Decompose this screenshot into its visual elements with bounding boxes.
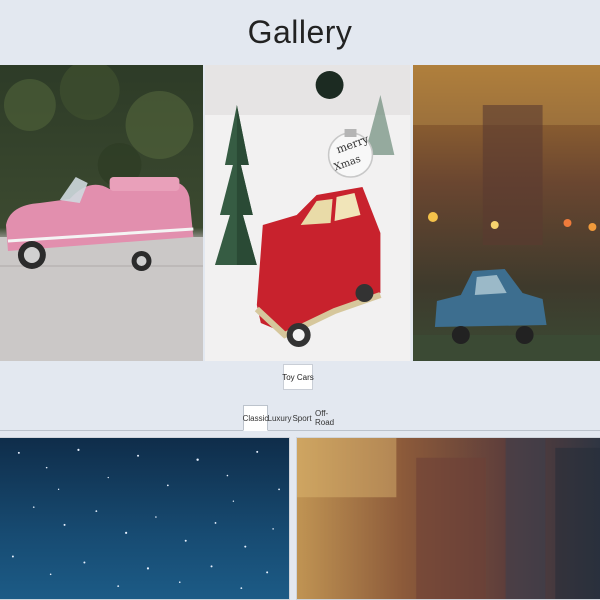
gallery-strip: merry Xmas [0,65,600,361]
tab-luxury[interactable]: Luxury [268,405,292,431]
starry-night-sky-photo[interactable] [0,437,290,600]
tab-sport[interactable]: Sport [292,405,311,431]
page-title: Gallery [247,13,353,50]
red-christmas-toy-truck-photo[interactable]: merry Xmas [205,65,411,361]
tab-off-road[interactable]: Off-Road [315,405,340,431]
card-grid [0,437,600,600]
pink-convertible-toy-car-photo[interactable] [0,65,204,361]
blue-vintage-toy-car-photo[interactable] [412,65,600,361]
toy-cars-button[interactable]: Toy Cars [282,364,314,390]
tab-classic[interactable]: Classic [243,405,268,431]
blurred-dusk-street-photo[interactable] [296,437,600,600]
category-tabs: Classic Luxury Sport Off-Road [0,405,600,431]
